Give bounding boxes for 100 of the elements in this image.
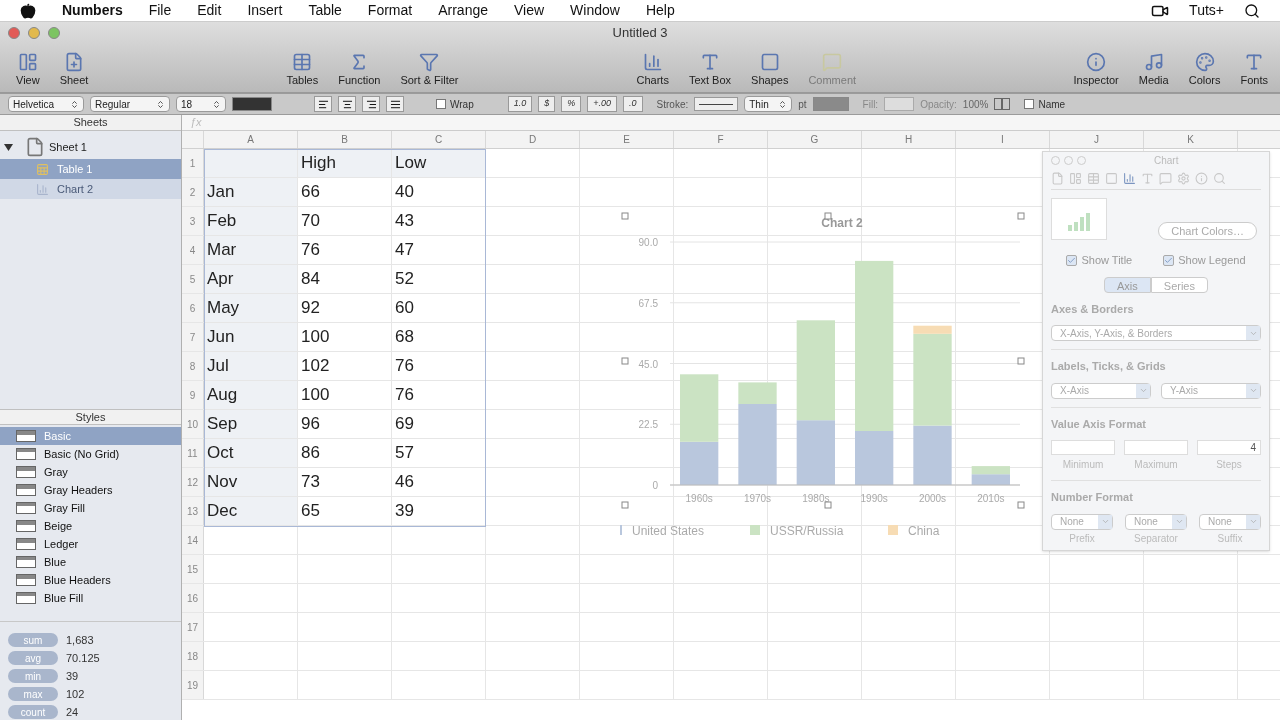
menu-extra[interactable]: Tuts+: [1189, 0, 1224, 21]
column-header[interactable]: E: [580, 131, 674, 148]
info-icon[interactable]: [1195, 172, 1208, 185]
selection-handle[interactable]: [1017, 357, 1025, 365]
style-item[interactable]: Gray Fill: [0, 499, 181, 517]
toolbar-button[interactable]: Shapes: [747, 51, 793, 88]
style-item[interactable]: Beige: [0, 517, 181, 535]
chart-type-thumbnail[interactable]: [1051, 198, 1107, 240]
menu-item[interactable]: Arrange: [438, 0, 488, 21]
toolbar-button[interactable]: Text Box: [684, 51, 736, 88]
align-button[interactable]: [338, 96, 356, 112]
toolbar-button[interactable]: Sort & Filter: [396, 51, 463, 88]
style-item[interactable]: Blue Fill: [0, 589, 181, 607]
table-layout-icon[interactable]: [994, 98, 1011, 110]
column-header[interactable]: C: [392, 131, 486, 148]
table-cell: 69: [392, 410, 486, 438]
typeface-select[interactable]: Regular: [90, 96, 170, 112]
align-button[interactable]: [362, 96, 380, 112]
tree-item[interactable]: Chart 2: [0, 179, 181, 199]
shape-icon[interactable]: [1159, 172, 1172, 185]
menu-item[interactable]: Window: [570, 0, 620, 21]
bar-chart-icon[interactable]: [1123, 172, 1136, 185]
selection-handle[interactable]: [1017, 501, 1025, 509]
font-select[interactable]: Helvetica: [8, 96, 84, 112]
selection-handle[interactable]: [621, 357, 629, 365]
number-format-button[interactable]: %: [561, 96, 582, 112]
toolbar-button[interactable]: Tables: [282, 51, 323, 88]
window-control[interactable]: [28, 27, 40, 39]
menu-item[interactable]: Format: [367, 0, 413, 21]
toolbar-button[interactable]: Inspector: [1069, 51, 1123, 88]
menu-item[interactable]: Insert: [247, 0, 283, 21]
toolbar-button[interactable]: Fonts: [1236, 51, 1272, 88]
window-control[interactable]: [8, 27, 20, 39]
number-format-button[interactable]: 1.0: [507, 96, 533, 112]
column-header[interactable]: G: [768, 131, 862, 148]
column-header[interactable]: D: [486, 131, 580, 148]
selection-handle[interactable]: [824, 212, 832, 220]
number-field[interactable]: [1051, 440, 1115, 455]
apple-logo-icon[interactable]: [20, 2, 36, 19]
stepper-icon: [778, 99, 788, 109]
menu-item[interactable]: View: [514, 0, 545, 21]
column-header[interactable]: J: [1050, 131, 1144, 148]
stroke-color-well[interactable]: [812, 97, 849, 111]
column-header[interactable]: I: [956, 131, 1050, 148]
column-header[interactable]: B: [298, 131, 392, 148]
selection-handle[interactable]: [824, 501, 832, 509]
table-cell: 100: [298, 323, 392, 351]
menu-item[interactable]: Help: [645, 0, 675, 21]
text-color-well[interactable]: [232, 97, 272, 111]
style-item[interactable]: Gray: [0, 463, 181, 481]
search-icon[interactable]: [1244, 2, 1260, 19]
settings-icon[interactable]: [1177, 172, 1190, 185]
align-button[interactable]: [386, 96, 404, 112]
table-style-icon: [16, 484, 36, 496]
font-size-select[interactable]: 18: [176, 96, 226, 112]
document-icon[interactable]: [1051, 172, 1064, 185]
menu-item[interactable]: Edit: [197, 0, 222, 21]
table-style-icon: [16, 520, 36, 532]
number-format-button[interactable]: +.00: [587, 96, 618, 112]
selection-handle[interactable]: [621, 212, 629, 220]
layout-icon[interactable]: [1069, 172, 1082, 185]
sheet-item[interactable]: Sheet 1: [49, 138, 87, 156]
toolbar-button[interactable]: Colors: [1184, 51, 1225, 88]
style-item[interactable]: Ledger: [0, 535, 181, 553]
stepper-icon: [212, 99, 221, 109]
wrap-checkbox[interactable]: Wrap: [436, 96, 474, 112]
toolbar-button[interactable]: Function: [334, 51, 385, 88]
app-menu[interactable]: Numbers: [62, 0, 123, 21]
name-checkbox[interactable]: Name: [1024, 96, 1066, 112]
column-header[interactable]: F: [674, 131, 768, 148]
number-format-button[interactable]: .0: [623, 96, 643, 112]
number-field[interactable]: 4: [1197, 440, 1261, 455]
column-header[interactable]: K: [1144, 131, 1238, 148]
selection-handle[interactable]: [621, 501, 629, 509]
window-control[interactable]: [48, 27, 60, 39]
toolbar-button[interactable]: Sheet: [55, 51, 93, 88]
style-item[interactable]: Gray Headers: [0, 481, 181, 499]
number-field[interactable]: [1124, 440, 1188, 455]
toolbar-button[interactable]: Media: [1134, 51, 1173, 88]
stroke-width-select[interactable]: Thin: [744, 96, 793, 112]
fill-color-well[interactable]: [884, 97, 915, 111]
menu-item[interactable]: Table: [308, 0, 342, 21]
align-button[interactable]: [314, 96, 332, 112]
line-style-select[interactable]: [694, 97, 739, 111]
style-item[interactable]: Basic (No Grid): [0, 445, 181, 463]
cell-format-icon[interactable]: [1105, 172, 1118, 185]
selection-handle[interactable]: [1017, 212, 1025, 220]
text-icon[interactable]: [1141, 172, 1154, 185]
menu-item[interactable]: File: [148, 0, 172, 21]
toolbar-button[interactable]: Charts: [632, 51, 673, 88]
number-format-button[interactable]: $: [538, 96, 556, 112]
toolbar-button[interactable]: View: [12, 51, 44, 88]
column-header[interactable]: A: [204, 131, 298, 148]
table-cell: 100: [298, 381, 392, 409]
style-item[interactable]: Blue Headers: [0, 571, 181, 589]
table-icon[interactable]: [1087, 172, 1100, 185]
disclosure-triangle-icon[interactable]: [4, 142, 13, 152]
stroke-label: Stroke:: [656, 97, 689, 112]
style-item[interactable]: Blue: [0, 553, 181, 571]
column-header[interactable]: H: [862, 131, 956, 148]
